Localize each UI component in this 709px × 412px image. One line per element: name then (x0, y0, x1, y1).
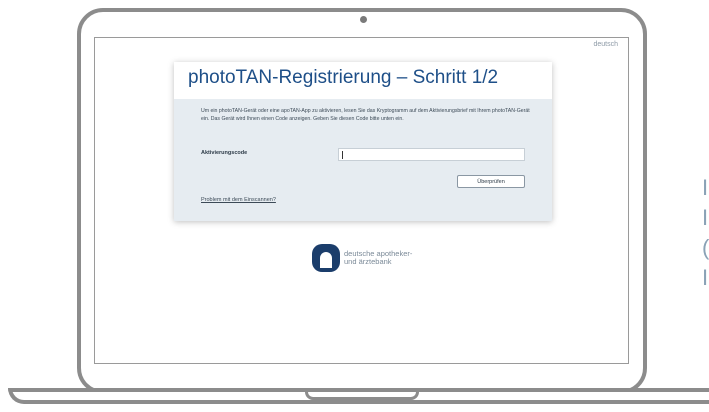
scan-problem-link[interactable]: Problem mit dem Einscannen? (201, 197, 276, 203)
camera-icon (360, 16, 367, 23)
activation-code-input[interactable] (338, 148, 525, 161)
activation-code-label: Aktivierungscode (201, 150, 248, 156)
side-text-line: I (702, 175, 709, 200)
instructions-text: Um ein photoTAN-Gerät oder eine apoTAN-A… (201, 108, 530, 122)
side-text-line: I (702, 205, 709, 230)
bank-name-line2: und ärztebank (344, 257, 392, 266)
laptop-notch (305, 392, 419, 400)
side-text-line: ( (702, 235, 709, 260)
bank-brand: deutsche apotheker- und ärztebank (312, 243, 412, 273)
laptop-screen: deutsch photoTAN-Registrierung – Schritt… (94, 37, 629, 364)
side-text-line: I (702, 265, 709, 290)
check-button[interactable]: Überprüfen (457, 175, 525, 188)
text-caret (342, 151, 343, 159)
page-title: photoTAN-Registrierung – Schritt 1/2 (188, 67, 499, 88)
language-link[interactable]: deutsch (593, 41, 618, 48)
cropped-side-text: I I ( I (702, 173, 709, 293)
card-header: photoTAN-Registrierung – Schritt 1/2 (174, 62, 552, 99)
apobank-logo-icon (312, 244, 340, 272)
registration-card: photoTAN-Registrierung – Schritt 1/2 Um … (174, 62, 552, 221)
bank-name: deutsche apotheker- und ärztebank (344, 249, 412, 267)
